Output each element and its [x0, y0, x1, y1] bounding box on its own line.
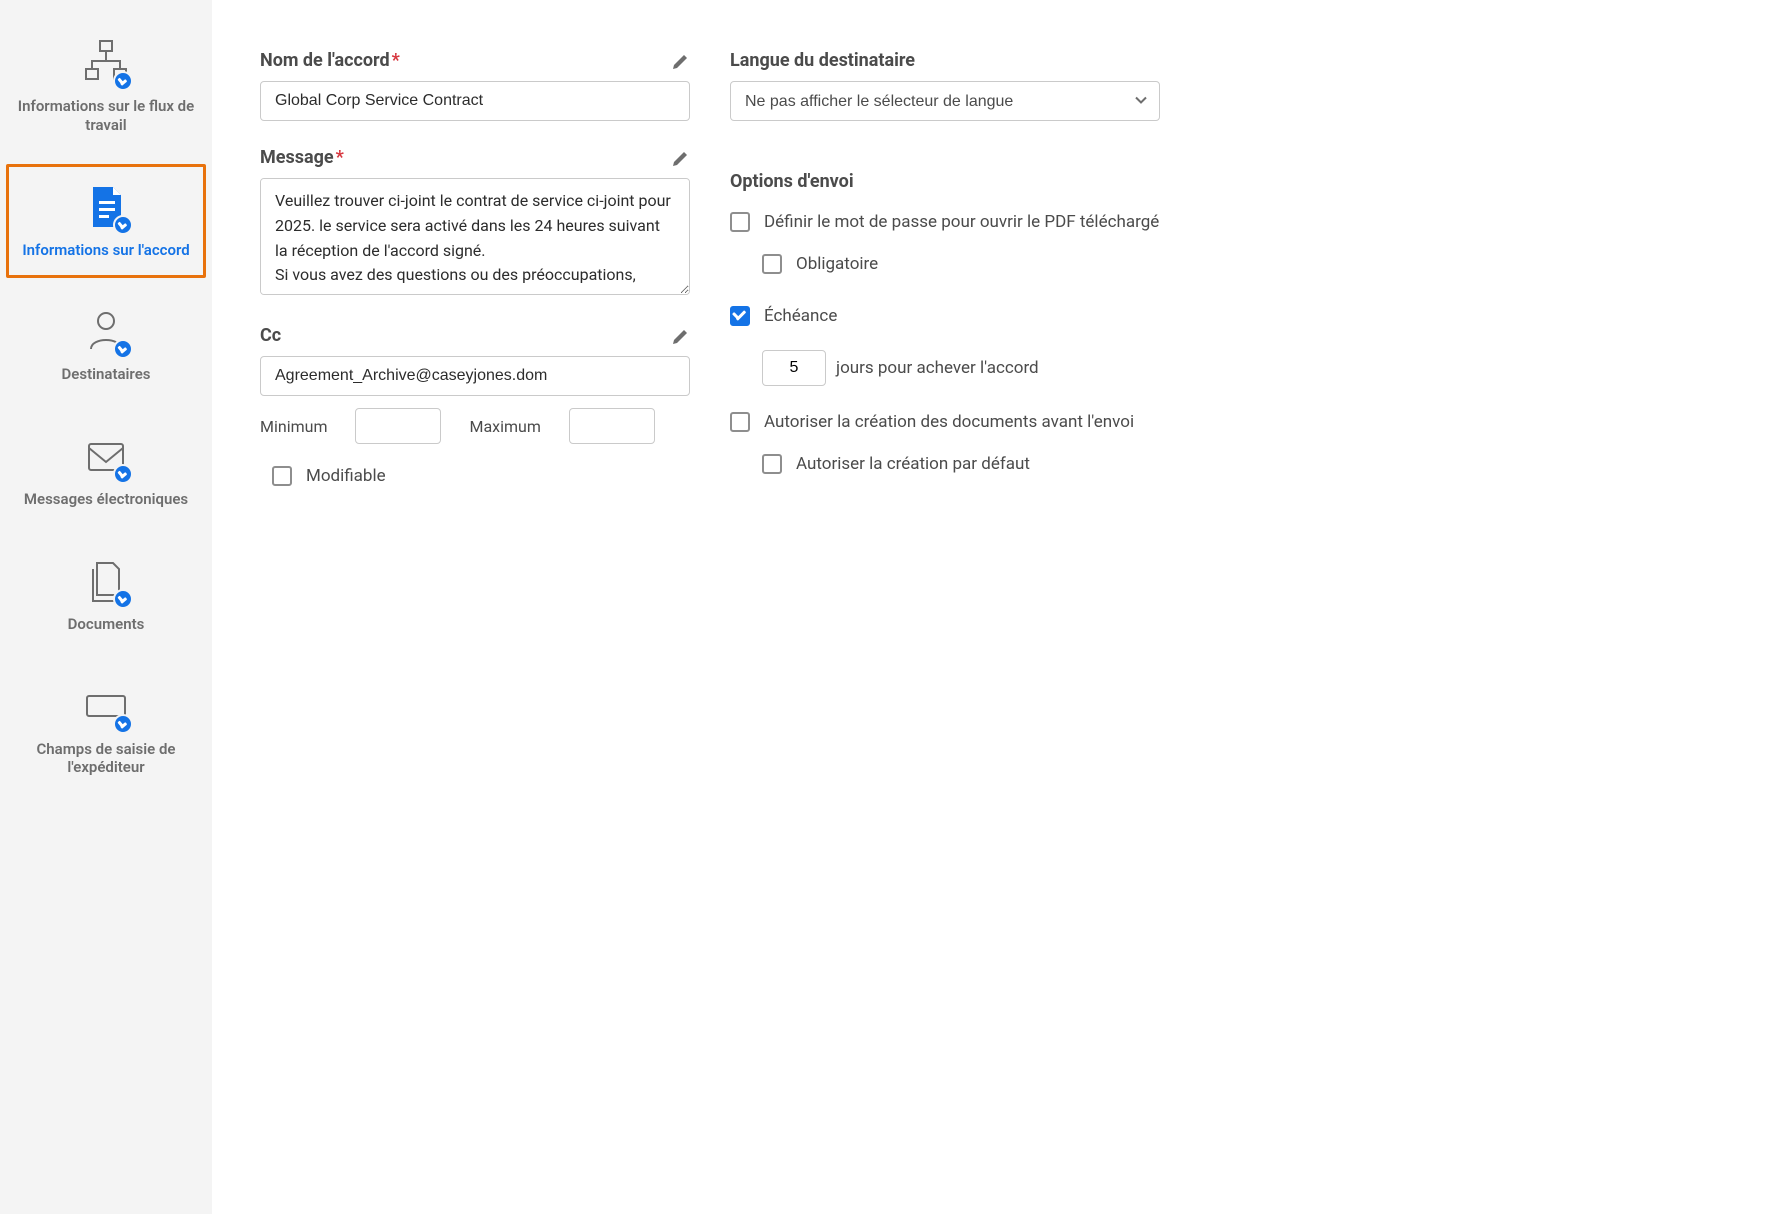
send-options-title: Options d'envoi [730, 171, 1160, 192]
authoring-checkbox[interactable] [730, 412, 750, 432]
form-field-icon [81, 682, 131, 732]
cc-input[interactable] [260, 356, 690, 396]
editable-label: Modifiable [306, 466, 386, 486]
sidebar-item-workflow-info[interactable]: Informations sur le flux de travail [6, 20, 206, 154]
deadline-label: Échéance [764, 306, 837, 326]
sidebar: Informations sur le flux de travail Info… [0, 0, 212, 1214]
recipient-language-select[interactable]: Ne pas afficher le sélecteur de langue [730, 81, 1160, 121]
password-required-checkbox[interactable] [762, 254, 782, 274]
left-column: Nom de l'accord* Message* Cc [260, 50, 690, 1184]
sidebar-item-label: Destinataires [62, 365, 151, 384]
password-label: Définir le mot de passe pour ouvrir le P… [764, 212, 1159, 232]
minimum-label: Minimum [260, 417, 327, 436]
sidebar-item-label: Informations sur le flux de travail [17, 97, 195, 135]
message-label: Message* [260, 147, 344, 168]
sidebar-item-label: Informations sur l'accord [22, 241, 189, 260]
deadline-checkbox[interactable] [730, 306, 750, 326]
deadline-days-input[interactable] [762, 350, 826, 386]
person-icon [81, 307, 131, 357]
sidebar-item-label: Champs de saisie de l'expéditeur [17, 740, 195, 778]
password-checkbox[interactable] [730, 212, 750, 232]
edit-icon[interactable] [672, 52, 690, 70]
message-group: Message* [260, 147, 690, 299]
envelope-icon [81, 432, 131, 482]
sidebar-item-label: Messages électroniques [24, 490, 188, 509]
agreement-name-input[interactable] [260, 81, 690, 121]
main-content: Nom de l'accord* Message* Cc [212, 0, 1784, 1214]
cc-label: Cc [260, 325, 281, 346]
authoring-default-checkbox[interactable] [762, 454, 782, 474]
password-required-label: Obligatoire [796, 254, 878, 274]
sidebar-item-agreement-info[interactable]: Informations sur l'accord [6, 164, 206, 279]
sidebar-item-label: Documents [68, 615, 145, 634]
edit-icon[interactable] [672, 327, 690, 345]
cc-group: Cc Minimum Maximum Modifiable [260, 325, 690, 504]
sidebar-item-documents[interactable]: Documents [6, 538, 206, 653]
recipient-language-group: Langue du destinataire Ne pas afficher l… [730, 50, 1160, 121]
minimum-input[interactable] [355, 408, 441, 444]
agreement-name-label: Nom de l'accord* [260, 50, 400, 71]
authoring-label: Autoriser la création des documents avan… [764, 412, 1134, 432]
authoring-default-label: Autoriser la création par défaut [796, 454, 1030, 474]
agreement-name-group: Nom de l'accord* [260, 50, 690, 121]
message-textarea[interactable] [260, 178, 690, 295]
recipient-language-label: Langue du destinataire [730, 50, 915, 71]
editable-checkbox[interactable] [272, 466, 292, 486]
sidebar-item-recipients[interactable]: Destinataires [6, 288, 206, 403]
workflow-icon [81, 39, 131, 89]
sidebar-item-sender-fields[interactable]: Champs de saisie de l'expéditeur [6, 663, 206, 797]
edit-icon[interactable] [672, 149, 690, 167]
document-page-icon [81, 183, 131, 233]
documents-icon [81, 557, 131, 607]
maximum-label: Maximum [469, 417, 540, 436]
right-column: Langue du destinataire Ne pas afficher l… [730, 50, 1160, 1184]
deadline-days-suffix: jours pour achever l'accord [836, 358, 1039, 378]
sidebar-item-emails[interactable]: Messages électroniques [6, 413, 206, 528]
maximum-input[interactable] [569, 408, 655, 444]
